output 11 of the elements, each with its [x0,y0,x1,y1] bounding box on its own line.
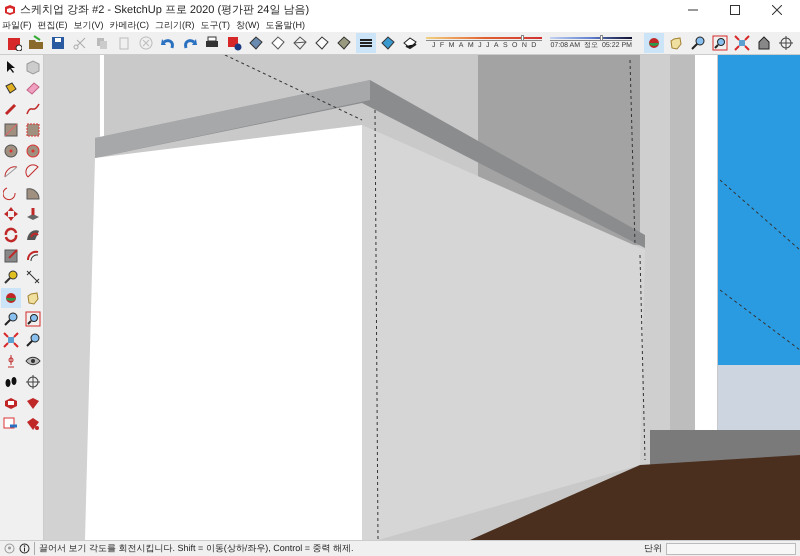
window-title: 스케치업 강좌 #2 - SketchUp 프로 2020 (평가판 24일 남음) [20,2,310,18]
menu-item[interactable]: 그리기(R) [155,19,194,33]
menu-item[interactable]: 카메라(C) [110,19,149,33]
menu-item[interactable]: 파일(F) [2,19,32,33]
measurements-label: 단위 [644,542,662,555]
menu-item[interactable]: 편집(E) [38,19,68,33]
status-message: 끌어서 보기 각도를 회전시킵니다. Shift = 이동(상하/좌우), Control = 중력 해제. [34,542,354,556]
menu-item[interactable]: 도구(T) [200,19,230,33]
menu-item[interactable]: 보기(V) [74,19,104,33]
menu-item[interactable]: 도움말(H) [266,19,305,33]
menu-item[interactable]: 창(W) [236,19,260,33]
